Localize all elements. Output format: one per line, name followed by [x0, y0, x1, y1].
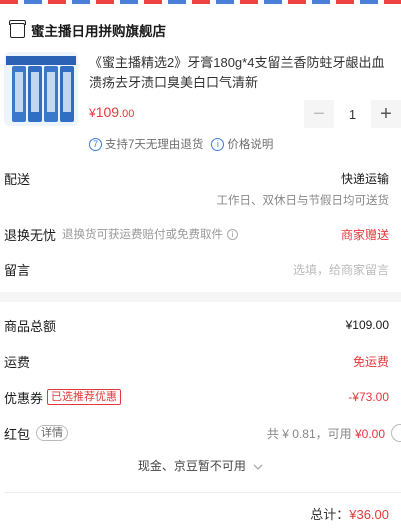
quantity-value[interactable]: 1 [334, 107, 371, 122]
coupon-tag: 已选推荐优惠 [47, 389, 122, 405]
returns-info-icon[interactable]: i [227, 228, 239, 240]
price-note-link[interactable]: 价格说明 [227, 136, 273, 152]
delivery-method: 快递运输 [340, 171, 389, 186]
coupon-row[interactable]: 优惠券 已选推荐优惠 -¥73.00 [4, 387, 401, 407]
product-title-line1: 《蜜主播精选2》牙膏180g*4支留兰香防蛀牙龈出血 [89, 55, 385, 70]
decrease-button[interactable]: − [304, 100, 334, 128]
shipping-label: 运费 [4, 354, 31, 370]
redpack-row[interactable]: 红包 详情 共 ¥ 0.81，可用 ¥0.00 [4, 423, 401, 443]
shop-header[interactable]: 蜜主播日用拼购旗舰店 [9, 19, 166, 40]
shop-name: 蜜主播日用拼购旗舰店 [31, 24, 166, 39]
returns-hint: 退换货可获运费赔付或免费取件 [62, 229, 224, 241]
product-price: ¥109.00 [89, 104, 134, 120]
store-icon [9, 19, 26, 38]
shipping-value: 免运费 [352, 354, 389, 369]
return-policy-text[interactable]: 支持7天无理由退货 [105, 136, 203, 152]
returns-label: 退换无忧 [4, 227, 57, 243]
increase-button[interactable]: + [371, 100, 401, 128]
order-total: 总计：¥36.00 [310, 504, 389, 523]
subtotal-row: 商品总额 ¥109.00 [4, 315, 401, 335]
cash-beans-text: 现金、京豆暂不可用 [137, 459, 246, 473]
toothpaste-image [4, 52, 78, 126]
returns-value: 商家赠送 [340, 227, 389, 242]
total-label: 总计： [310, 507, 350, 522]
coupon-label: 优惠券 [4, 390, 44, 406]
cash-beans-note[interactable]: 现金、京豆暂不可用 [0, 457, 401, 474]
redpack-detail-button[interactable]: 详情 [36, 425, 69, 441]
airmail-border [0, 0, 401, 4]
quantity-stepper[interactable]: − 1 + [304, 100, 401, 128]
service-tags: 7 支持7天无理由退货 i 价格说明 [89, 136, 273, 152]
redpack-summary: 共 ¥ 0.81，可用 ¥0.00 [267, 425, 385, 442]
returns-row[interactable]: 退换无忧 退换货可获运费赔付或免费取件 i 商家赠送 [4, 224, 401, 244]
chevron-down-icon [253, 464, 263, 470]
product-thumbnail[interactable] [4, 52, 78, 126]
subtotal-value: ¥109.00 [345, 318, 389, 332]
message-row[interactable]: 留言 选填，给商家留言 [4, 259, 401, 279]
shipping-row: 运费 免运费 [4, 351, 401, 371]
price-decimal: .00 [119, 108, 135, 120]
total-value: ¥36.00 [349, 507, 389, 522]
price-symbol: ¥ [89, 106, 96, 120]
delivery-row[interactable]: 配送 快递运输 [4, 168, 401, 188]
delivery-schedule: 工作日、双休日与节假日均可送货 [216, 195, 390, 207]
seven-day-return-icon: 7 [89, 137, 102, 151]
message-input[interactable]: 选填，给商家留言 [293, 261, 389, 278]
section-divider [0, 292, 401, 302]
delivery-label: 配送 [4, 171, 31, 187]
redpack-label: 红包 [4, 426, 31, 442]
price-integer: 109 [95, 104, 120, 120]
message-label: 留言 [4, 262, 31, 278]
subtotal-label: 商品总额 [4, 318, 57, 334]
redpack-toggle[interactable] [391, 424, 401, 442]
total-divider [4, 492, 401, 493]
info-icon: i [211, 137, 225, 151]
coupon-value: -¥73.00 [348, 390, 389, 404]
product-title[interactable]: 《蜜主播精选2》牙膏180g*4支留兰香防蛀牙龈出血 溃疡去牙渍口臭美白口气清新 [89, 53, 401, 93]
redpack-available: 共 ¥ 0.81，可用 [266, 426, 352, 441]
redpack-value: ¥0.00 [354, 426, 385, 441]
product-title-line2: 溃疡去牙渍口臭美白口气清新 [89, 75, 259, 90]
